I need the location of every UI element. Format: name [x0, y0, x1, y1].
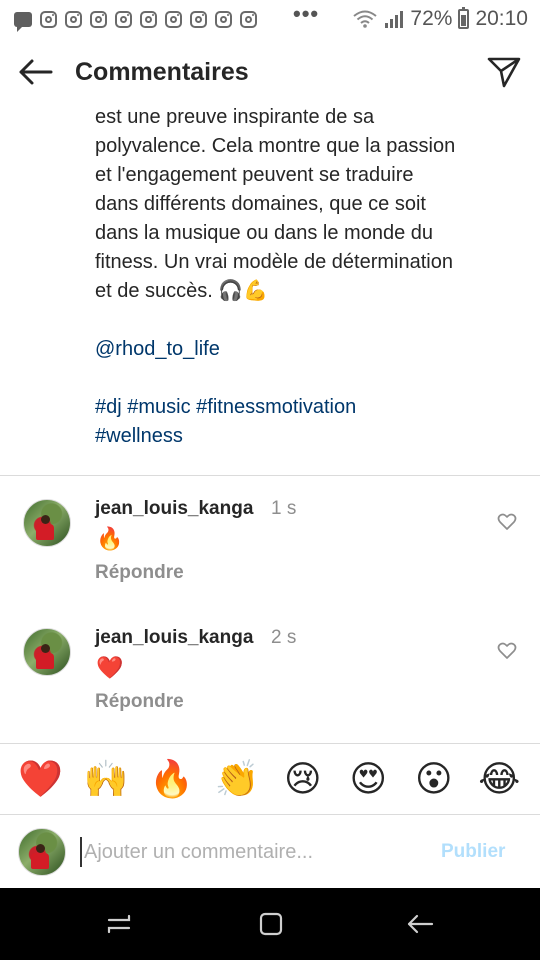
emoji-surprised-button[interactable]: 😮	[406, 761, 462, 797]
signal-icon	[385, 11, 404, 28]
paper-plane-icon	[487, 57, 521, 88]
like-heart-icon[interactable]	[497, 641, 517, 661]
emoji-heart-eyes-button[interactable]: 😍	[340, 761, 396, 797]
instagram-notification-icon	[215, 10, 232, 28]
home-icon[interactable]	[257, 910, 285, 938]
emoji-raised-hands-button[interactable]: 🙌	[78, 761, 134, 797]
publish-button[interactable]: Publier	[441, 841, 505, 863]
instagram-notification-icon	[115, 10, 132, 28]
hashtags-link[interactable]: #dj #music #fitnessmotivation	[95, 393, 485, 422]
share-button[interactable]	[486, 54, 522, 90]
comment-text: ❤️	[96, 655, 124, 680]
comment-composer: Publier	[0, 815, 540, 888]
clock: 20:10	[475, 7, 528, 30]
comment-time: 1 s	[271, 498, 297, 519]
comment-text: 🔥	[96, 526, 124, 551]
battery-icon	[458, 7, 470, 29]
instagram-notification-icon	[240, 10, 257, 28]
recent-apps-icon[interactable]	[105, 910, 133, 938]
post-caption: est une preuve inspirante de sa polyvale…	[95, 103, 485, 451]
comment-input[interactable]	[80, 837, 420, 867]
message-notification-icon	[14, 11, 32, 32]
emoji-fire-button[interactable]: 🔥	[144, 761, 200, 797]
comment-username[interactable]: jean_louis_kanga	[95, 498, 253, 520]
instagram-notification-icon	[165, 10, 182, 28]
caption-line: dans différents domaines, que ce soit	[95, 193, 426, 215]
header: Commentaires	[0, 46, 540, 100]
hashtags-link[interactable]: #wellness	[95, 422, 485, 451]
avatar[interactable]	[23, 499, 71, 547]
reply-button[interactable]: Répondre	[95, 691, 184, 713]
notification-icons: •••	[14, 3, 319, 32]
caption-line: est une preuve inspirante de sa	[95, 106, 375, 128]
caption-line: et de succès. 🎧💪	[95, 280, 269, 302]
back-nav-icon[interactable]	[406, 910, 434, 938]
wifi-icon	[353, 10, 378, 28]
status-bar: ••• 72% 20:10	[0, 0, 540, 38]
mention-link[interactable]: @rhod_to_life	[95, 335, 485, 364]
caption-line: et l'engagement peuvent se traduire	[95, 164, 414, 186]
instagram-notification-icon	[190, 10, 207, 28]
instagram-notification-icon	[140, 10, 157, 28]
emoji-clap-button[interactable]: 👏	[209, 761, 265, 797]
emoji-quick-bar: ❤️ 🙌 🔥 👏 😢 😍 😮 😂	[0, 743, 540, 815]
comment-username[interactable]: jean_louis_kanga	[95, 627, 253, 649]
comment-item: jean_louis_kanga 2 s ❤️ Répondre	[0, 617, 540, 727]
system-nav-bar	[0, 888, 540, 960]
comment-item: jean_louis_kanga 1 s 🔥 Répondre	[0, 488, 540, 598]
emoji-laughing-button[interactable]: 😂	[471, 761, 527, 797]
instagram-notification-icon	[90, 10, 107, 28]
caption-line: polyvalence. Cela montre que la passion	[95, 135, 456, 157]
instagram-notification-icon	[65, 10, 82, 28]
avatar[interactable]	[23, 628, 71, 676]
back-arrow-icon	[19, 59, 53, 85]
avatar	[18, 828, 66, 876]
emoji-sad-button[interactable]: 😢	[275, 761, 331, 797]
instagram-notification-icon	[40, 10, 57, 28]
comment-time: 2 s	[271, 627, 297, 648]
caption-line: dans la musique ou dans le monde du	[95, 222, 434, 244]
back-button[interactable]	[16, 56, 54, 88]
page-title: Commentaires	[75, 58, 249, 86]
like-heart-icon[interactable]	[497, 512, 517, 532]
battery-percent: 72%	[410, 7, 453, 30]
reply-button[interactable]: Répondre	[95, 562, 184, 584]
divider	[0, 475, 540, 476]
emoji-heart-button[interactable]: ❤️	[13, 761, 69, 797]
more-notifications-icon: •••	[293, 1, 320, 26]
caption-line: fitness. Un vrai modèle de détermination	[95, 251, 453, 273]
